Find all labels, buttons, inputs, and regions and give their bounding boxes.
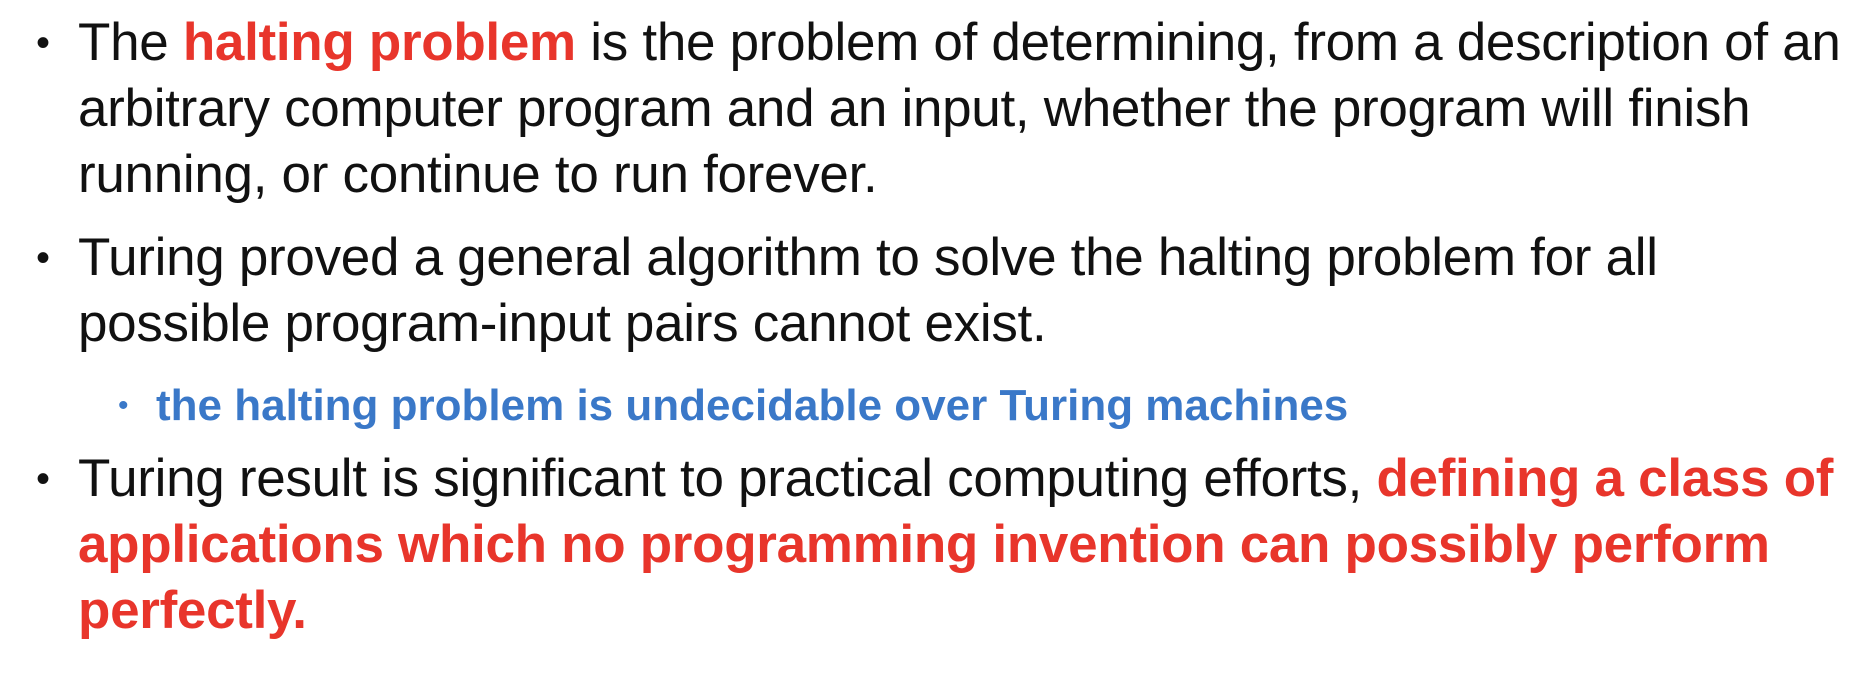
sub-bullet-dot: • — [118, 389, 129, 422]
bullet-dot: • — [36, 21, 51, 65]
bullet-2: Turing proved a general algorithm to sol… — [78, 225, 1858, 357]
bullet-1: The halting problem is the problem of de… — [78, 10, 1858, 208]
bullet-1-highlight: halting problem — [182, 13, 576, 72]
bullet-3-pre: Turing result is significant to practica… — [78, 449, 1377, 508]
sub-bullet: the halting problem is undecidable over … — [156, 381, 1349, 430]
slide: • The halting problem is the problem of … — [0, 0, 1872, 680]
bullet-dot: • — [36, 457, 51, 501]
bullet-2-text: Turing proved a general algorithm to sol… — [78, 228, 1658, 353]
bullet-3: Turing result is significant to practica… — [78, 446, 1858, 644]
bullet-dot: • — [36, 236, 51, 280]
bullet-1-pre: The — [78, 13, 183, 72]
